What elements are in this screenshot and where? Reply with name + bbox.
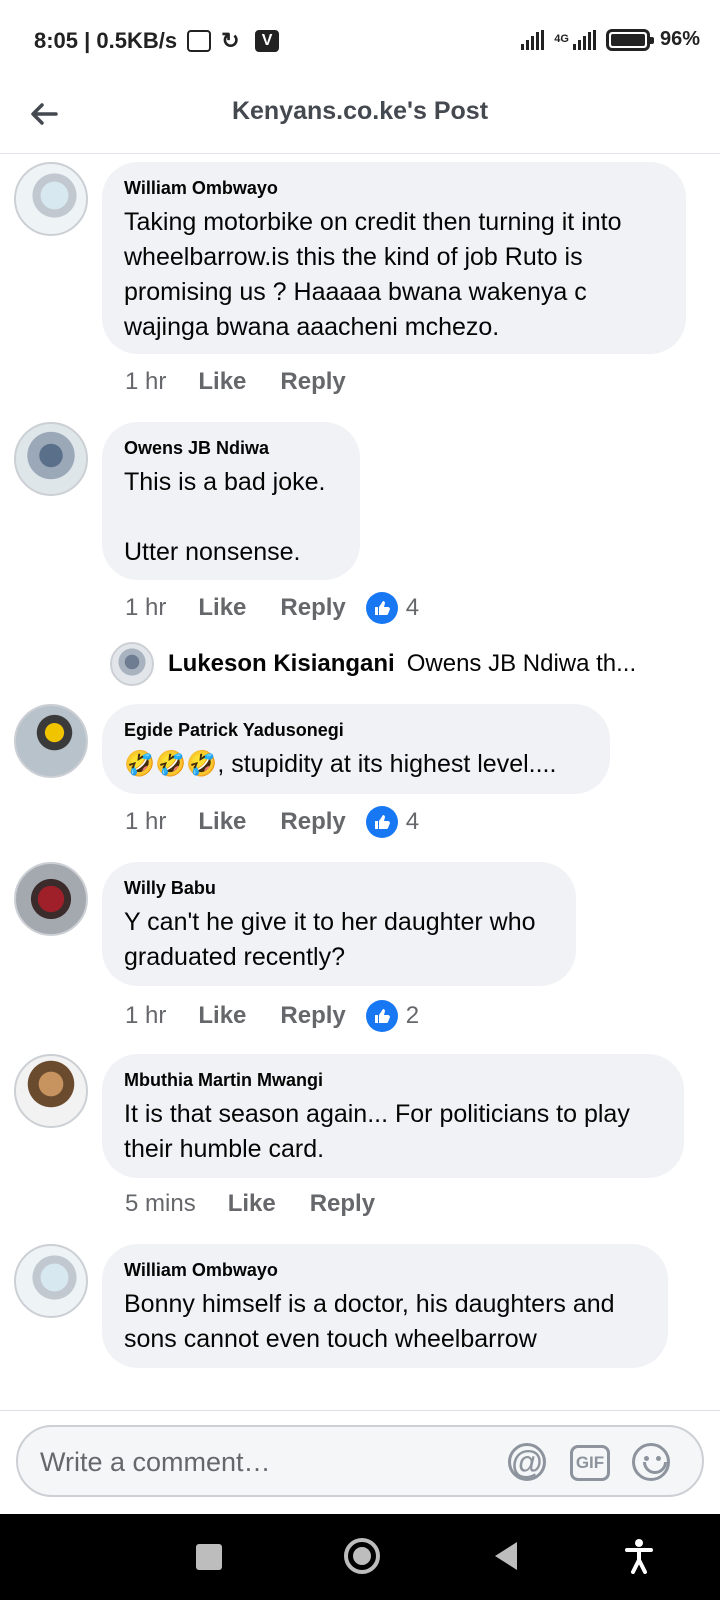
comment-actions: 1 hr Like Reply 4 [125, 592, 419, 624]
comment-bubble[interactable]: Mbuthia Martin Mwangi It is that season … [102, 1054, 684, 1178]
comment-text: 🤣🤣🤣, stupidity at its highest level.... [124, 750, 557, 778]
reaction-count[interactable]: 2 [365, 1000, 420, 1032]
page-title: Kenyans.co.ke's Post [231, 97, 489, 125]
status-bar: 8:05 | 0.5KB/s ↻ V 4G 96% [0, 0, 720, 80]
photo-icon [187, 30, 212, 52]
v-app-icon: V [255, 30, 280, 52]
avatar[interactable] [14, 862, 88, 936]
comment-actions: 1 hr Like Reply 2 [125, 1000, 419, 1032]
comment-bubble[interactable]: Egide Patrick Yadusonegi 🤣🤣🤣, stupidity … [102, 704, 610, 794]
thumbs-up-icon [365, 806, 398, 838]
comment-time[interactable]: 1 hr [125, 1002, 166, 1030]
comment-bubble[interactable]: William Ombwayo Taking motorbike on cred… [102, 162, 686, 354]
recent-apps-button[interactable] [196, 1544, 222, 1570]
comment-author[interactable]: William Ombwayo [124, 178, 664, 199]
emoji-icon[interactable] [632, 1443, 670, 1481]
comment-author[interactable]: Owens JB Ndiwa [124, 438, 338, 459]
like-button[interactable]: Like [228, 1190, 276, 1218]
status-left: 8:05 | 0.5KB/s ↻ V [34, 28, 280, 54]
reply-button[interactable]: Reply [310, 1190, 375, 1218]
accessibility-icon [625, 1539, 653, 1574]
mention-icon[interactable]: @ [508, 1443, 546, 1481]
reply-button[interactable]: Reply [280, 808, 345, 836]
comment-time[interactable]: 1 hr [125, 808, 166, 836]
signal-icon [521, 29, 545, 50]
accessibility-button[interactable] [624, 1538, 654, 1574]
battery-level: 96% [659, 28, 700, 50]
like-button[interactable]: Like [198, 368, 246, 396]
reaction-number: 4 [405, 808, 420, 835]
comments-list: William Ombwayo Taking motorbike on cred… [0, 154, 720, 1410]
comment-actions: 1 hr Like Reply 4 [125, 806, 419, 838]
comment-placeholder: Write a comment… [40, 1447, 271, 1477]
comment-text: This is a bad joke. Utter nonsense. [124, 468, 326, 566]
reply-author[interactable]: Lukeson Kisiangani [168, 650, 395, 678]
comment-time[interactable]: 5 mins [125, 1190, 196, 1218]
gif-icon[interactable]: GIF [570, 1445, 610, 1481]
comment-text: Y can't he give it to her daughter who g… [124, 908, 536, 971]
home-button[interactable] [344, 1538, 380, 1574]
reply-button[interactable]: Reply [280, 368, 345, 396]
comment-author[interactable]: William Ombwayo [124, 1260, 646, 1281]
avatar[interactable] [14, 704, 88, 778]
reply-preview[interactable]: Lukeson Kisiangani Owens JB Ndiwa th... [110, 640, 670, 688]
avatar[interactable] [14, 422, 88, 496]
comment-input[interactable]: Write a comment… @ GIF [16, 1425, 704, 1497]
comment-text: Taking motorbike on credit then turning … [124, 208, 622, 341]
thumbs-up-icon [365, 592, 398, 624]
reply-button[interactable]: Reply [280, 1002, 345, 1030]
like-button[interactable]: Like [198, 808, 246, 836]
comment-time[interactable]: 1 hr [125, 368, 166, 396]
status-right: 4G 96% [521, 28, 700, 51]
time-speed: 8:05 | 0.5KB/s [34, 28, 178, 53]
comment-text: Bonny himself is a doctor, his daughters… [124, 1290, 615, 1353]
comment-author[interactable]: Egide Patrick Yadusonegi [124, 720, 588, 741]
avatar[interactable] [14, 1244, 88, 1318]
comment-composer: Write a comment… @ GIF [0, 1410, 720, 1514]
comment-time[interactable]: 1 hr [125, 594, 166, 622]
avatar[interactable] [14, 162, 88, 236]
post-header: Kenyans.co.ke's Post [0, 80, 720, 154]
comment-bubble[interactable]: William Ombwayo Bonny himself is a docto… [102, 1244, 668, 1368]
comment-actions: 1 hr Like Reply [125, 368, 380, 396]
comment-text: It is that season again... For politicia… [124, 1100, 630, 1163]
reaction-number: 4 [405, 594, 420, 621]
comment-author[interactable]: Mbuthia Martin Mwangi [124, 1070, 662, 1091]
reaction-number: 2 [405, 1002, 420, 1029]
reply-text: Owens JB Ndiwa th... [406, 650, 637, 677]
reaction-count[interactable]: 4 [365, 806, 420, 838]
battery-icon [605, 28, 654, 51]
back-nav-button[interactable] [495, 1542, 517, 1570]
reaction-count[interactable]: 4 [365, 592, 420, 624]
reply-button[interactable]: Reply [280, 594, 345, 622]
avatar[interactable] [14, 1054, 88, 1128]
network-type: 4G [554, 33, 569, 45]
comment-bubble[interactable]: Willy Babu Y can't he give it to her dau… [102, 862, 576, 986]
avatar[interactable] [110, 642, 154, 686]
comment-author[interactable]: Willy Babu [124, 878, 554, 899]
signal-icon-2 [572, 29, 596, 50]
comment-actions: 5 mins Like Reply [125, 1190, 409, 1218]
system-nav-bar [0, 1514, 720, 1600]
swirl-icon: ↻ [221, 28, 240, 53]
like-button[interactable]: Like [198, 594, 246, 622]
like-button[interactable]: Like [198, 1002, 246, 1030]
thumbs-up-icon [365, 1000, 398, 1032]
comment-bubble[interactable]: Owens JB Ndiwa This is a bad joke. Utter… [102, 422, 360, 580]
